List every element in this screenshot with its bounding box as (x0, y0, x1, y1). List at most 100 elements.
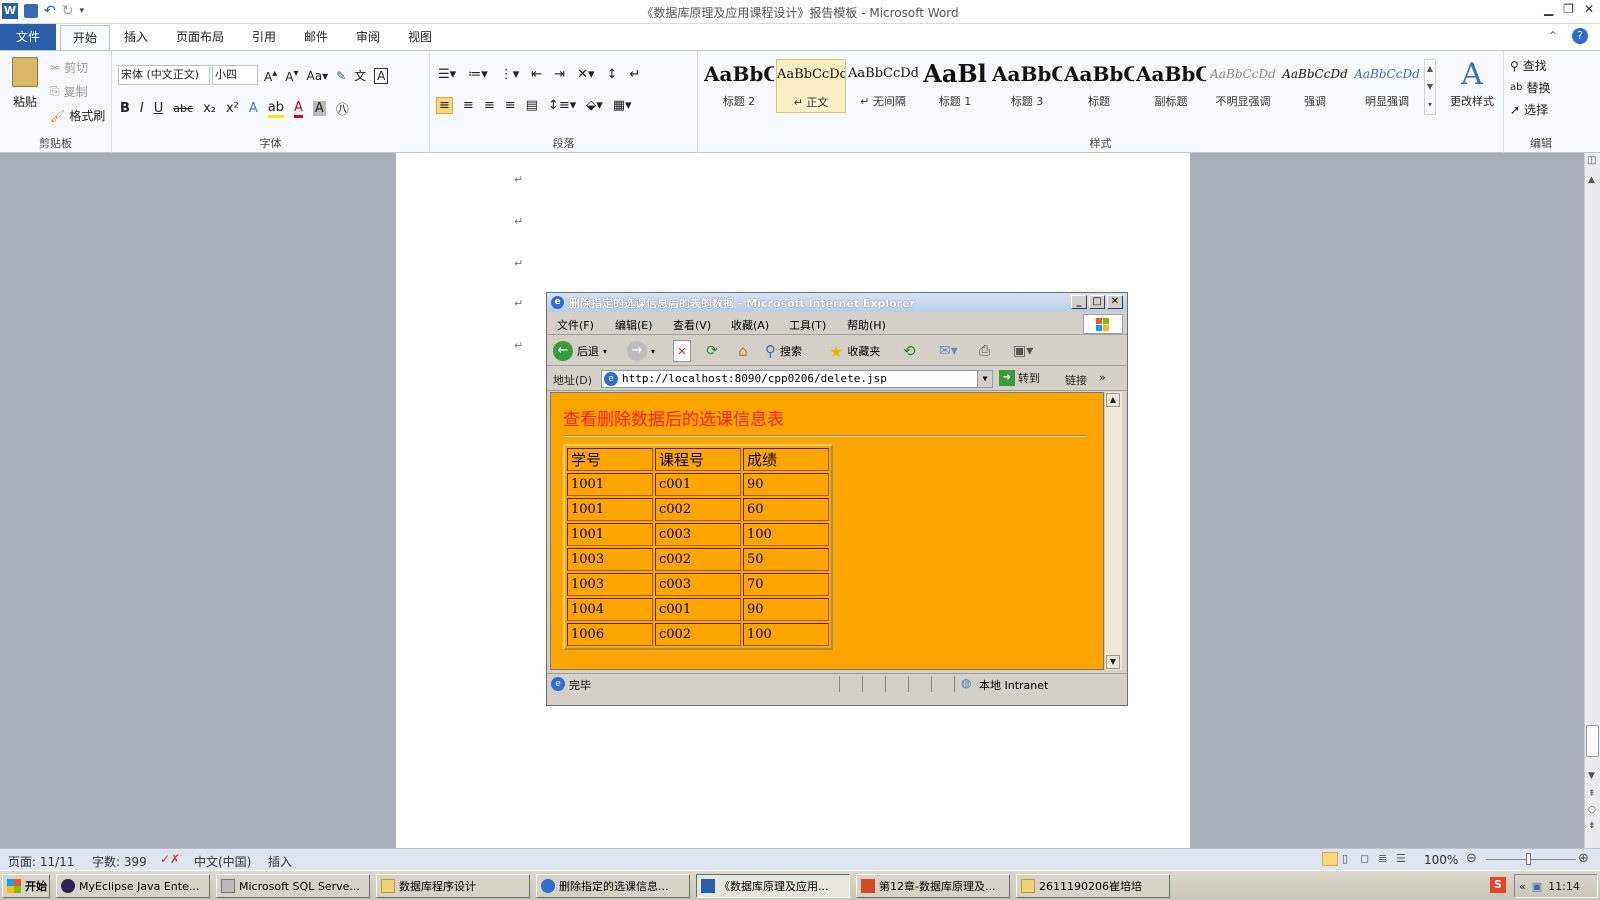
scroll-down-icon[interactable]: ▼ (1588, 771, 1595, 781)
align-center-icon[interactable]: ≡ (463, 98, 474, 113)
format-painter-button[interactable]: 🖌 格式刷 (50, 107, 105, 124)
replace-button[interactable]: ab 替换 (1510, 79, 1551, 96)
clear-format-icon[interactable]: ✎ (336, 69, 346, 83)
font-name-select[interactable]: 宋体 (中文正文) (118, 65, 210, 85)
taskbar-item-word[interactable]: 《数据库原理及应用... (696, 874, 850, 898)
bullets-icon[interactable]: ☰▾ (438, 67, 456, 82)
scroll-up-icon[interactable]: ▲ (1588, 175, 1595, 185)
phonetic-guide-icon[interactable]: 文 (354, 67, 366, 84)
close-button[interactable]: ✕ (1584, 2, 1594, 16)
tab-review[interactable]: 审阅 (356, 28, 380, 45)
style-emphasis[interactable]: AaBbCcDd 强调 (1280, 59, 1350, 113)
help-icon[interactable]: ? (1572, 28, 1588, 44)
tab-page-layout[interactable]: 页面布局 (176, 28, 224, 45)
style-subtle-emphasis[interactable]: AaBbCcDd 不明显强调 (1208, 59, 1278, 113)
taskbar-item-ie[interactable]: 删除指定的选课信息... (536, 874, 690, 898)
zoom-level[interactable]: 100% (1424, 853, 1458, 867)
style-heading-3[interactable]: AaBbC 标题 3 (992, 59, 1062, 113)
ruler-toggle-icon[interactable]: ◫ (1587, 155, 1596, 166)
sort-icon[interactable]: ↕ (606, 67, 617, 82)
copy-button[interactable]: ⎘ 复制 (50, 83, 88, 100)
tab-file[interactable]: 文件 (0, 24, 56, 50)
show-marks-icon[interactable]: ↵ (629, 67, 640, 82)
char-border-icon[interactable]: A (374, 67, 389, 84)
minimize-ribbon-icon[interactable]: ⌃ (1548, 29, 1558, 43)
change-styles-button[interactable]: A 更改样式 (1442, 57, 1502, 109)
cut-button[interactable]: ✂ 剪切 (50, 59, 88, 76)
tab-view[interactable]: 视图 (408, 28, 432, 45)
tab-mailings[interactable]: 邮件 (304, 28, 328, 45)
style-heading-1[interactable]: AaBl 标题 1 (920, 59, 990, 113)
shrink-font-icon[interactable]: A▾ (285, 68, 298, 84)
language[interactable]: 中文(中国) (194, 853, 251, 870)
scroll-thumb[interactable] (1586, 725, 1599, 757)
style-no-spacing[interactable]: AaBbCcDd ↵ 无间隔 (848, 59, 918, 113)
align-left-icon[interactable]: ≡ (436, 97, 453, 114)
input-method-icon[interactable]: S (1490, 877, 1506, 893)
restore-button[interactable]: ❐ (1563, 2, 1574, 16)
tab-references[interactable]: 引用 (252, 28, 276, 45)
start-button[interactable]: 开始 (2, 874, 50, 898)
word-count[interactable]: 字数: 399 (92, 853, 147, 870)
browse-object-icon[interactable]: ○ (1588, 805, 1596, 815)
document-scrollbar[interactable]: ◫ ▲ ▼ ⇞ ○ ⇟ (1584, 153, 1600, 848)
enclose-char-icon[interactable]: ㊇ (336, 99, 349, 118)
font-color-icon[interactable]: A (294, 100, 303, 118)
style-subtitle[interactable]: AaBbC 副标题 (1136, 59, 1206, 113)
minimize-button[interactable]: ▁ (1544, 2, 1553, 16)
numbering-icon[interactable]: ≔▾ (468, 67, 488, 82)
borders-icon[interactable]: ▦▾ (613, 98, 632, 113)
highlight-icon[interactable]: ab (267, 100, 284, 118)
tab-insert[interactable]: 插入 (124, 28, 148, 45)
bold-icon[interactable]: B (120, 101, 130, 116)
change-case-icon[interactable]: Aa▾ (307, 69, 329, 83)
insert-mode[interactable]: 插入 (268, 853, 292, 870)
font-size-select[interactable]: 小四 (212, 65, 258, 85)
zoom-slider-thumb[interactable] (1526, 853, 1531, 865)
web-layout-icon[interactable]: ◻ (1360, 852, 1369, 865)
style-heading-2[interactable]: AaBbC 标题 2 (704, 59, 774, 113)
network-icon[interactable]: ▣ (1532, 880, 1542, 893)
chevron-left-icon[interactable]: « (1519, 880, 1526, 893)
previous-page-icon[interactable]: ⇞ (1588, 789, 1596, 799)
next-page-icon[interactable]: ⇟ (1588, 821, 1596, 831)
superscript-icon[interactable]: x² (226, 101, 239, 116)
text-effect-icon[interactable]: A (249, 101, 258, 116)
grow-font-icon[interactable]: A▴ (264, 68, 277, 84)
style-intense-emphasis[interactable]: AaBbCcDd 明显强调 (1352, 59, 1422, 113)
increase-indent-icon[interactable]: ⇥ (554, 67, 565, 82)
line-spacing-icon[interactable]: ↕≡▾ (548, 98, 576, 113)
strikethrough-icon[interactable]: abc (173, 102, 193, 115)
justify-icon[interactable]: ≡ (505, 98, 516, 113)
taskbar-item-student-folder[interactable]: 2611190206崔培培 (1016, 874, 1170, 898)
decrease-indent-icon[interactable]: ⇤ (531, 67, 542, 82)
zoom-out-icon[interactable]: ⊖ (1466, 851, 1477, 866)
multilevel-list-icon[interactable]: ⋮▾ (500, 67, 520, 82)
distribute-icon[interactable]: ▤ (526, 98, 538, 113)
taskbar-item-folder[interactable]: 数据库程序设计 (376, 874, 530, 898)
paste-button[interactable]: 粘贴 (8, 57, 42, 117)
taskbar-item-chapter12[interactable]: 第12章-数据库原理及... (856, 874, 1010, 898)
outline-icon[interactable]: ≣ (1378, 852, 1387, 865)
find-button[interactable]: ⚲ 查找 (1510, 57, 1547, 74)
proofing-icon[interactable]: ✓✗ (160, 852, 180, 866)
zoom-slider[interactable] (1486, 859, 1576, 860)
page-count[interactable]: 页面: 11/11 (8, 853, 74, 870)
full-screen-reading-icon[interactable]: ▯ (1342, 852, 1348, 865)
style-title[interactable]: AaBbC 标题 (1064, 59, 1134, 113)
char-shading-icon[interactable]: A (312, 101, 326, 116)
taskbar-item-myeclipse[interactable]: MyEclipse Java Ente... (56, 874, 210, 898)
taskbar-item-sql-server[interactable]: Microsoft SQL Serve... (216, 874, 370, 898)
shading-icon[interactable]: ⬙▾ (586, 98, 603, 113)
zoom-in-icon[interactable]: ⊕ (1578, 851, 1589, 866)
select-button[interactable]: ➚ 选择 (1510, 101, 1548, 118)
styles-scroll[interactable]: ▲ ▼ ▾ (1424, 59, 1436, 115)
italic-icon[interactable]: I (140, 101, 144, 116)
align-right-icon[interactable]: ≡ (484, 98, 495, 113)
subscript-icon[interactable]: x₂ (203, 101, 216, 116)
style-normal[interactable]: AaBbCcDd ↵ 正文 (776, 59, 846, 113)
tab-home[interactable]: 开始 (60, 25, 110, 51)
clock[interactable]: 11:14 (1548, 880, 1580, 893)
chinese-layout-icon[interactable]: ✕▾ (577, 67, 594, 82)
print-layout-icon[interactable] (1322, 852, 1338, 866)
